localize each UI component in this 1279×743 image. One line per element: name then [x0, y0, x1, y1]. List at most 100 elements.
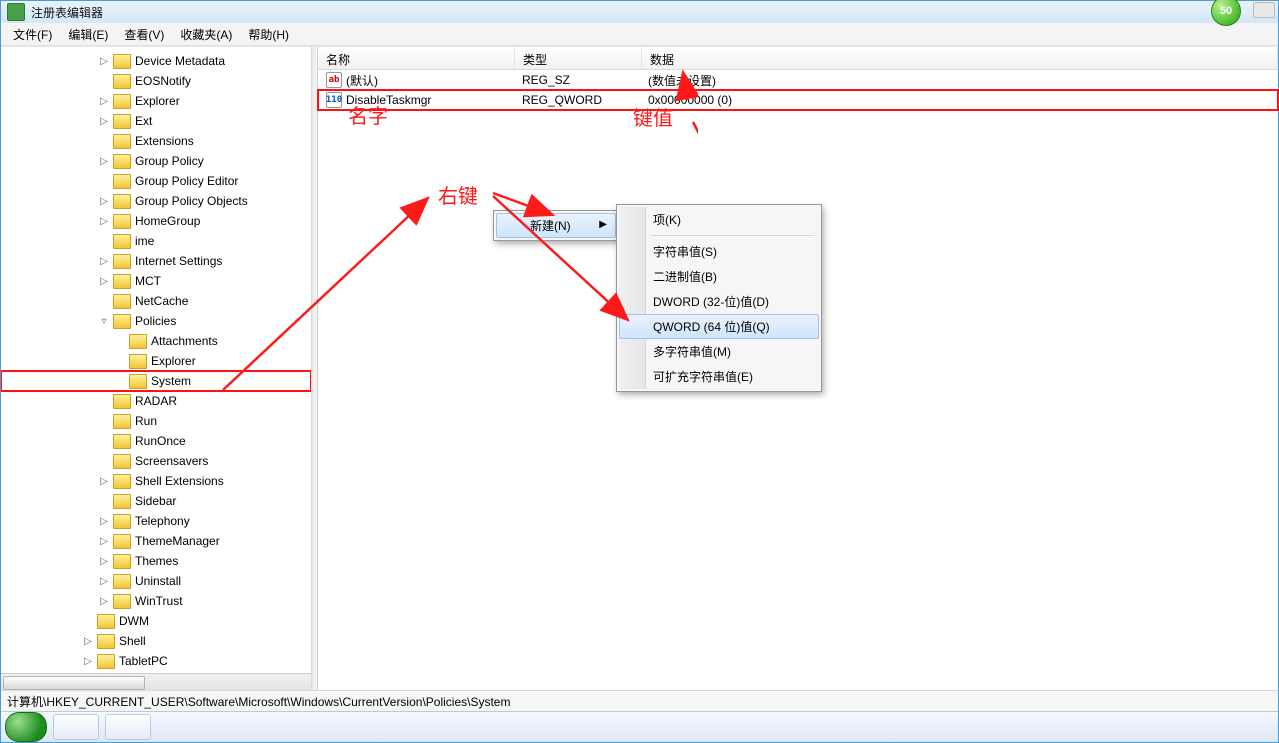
registry-tree[interactable]: ▷Device MetadataEOSNotify▷Explorer▷ExtEx…	[1, 47, 311, 690]
menu-edit[interactable]: 编辑(E)	[60, 23, 116, 46]
folder-icon	[113, 74, 131, 89]
scrollbar-thumb[interactable]	[3, 676, 145, 690]
col-name[interactable]: 名称	[318, 47, 515, 69]
folder-icon	[113, 194, 131, 209]
value-row[interactable]: ab(默认)REG_SZ(数值未设置)	[318, 70, 1278, 90]
submenu-item[interactable]: 可扩充字符串值(E)	[619, 364, 819, 389]
tree-node[interactable]: ▷ Themes	[1, 551, 311, 571]
tree-node[interactable]: ▷Group Policy	[1, 151, 311, 171]
expand-icon[interactable]: ▷	[97, 556, 111, 567]
tree-node[interactable]: NetCache	[1, 291, 311, 311]
tree-node[interactable]: ▷Explorer	[1, 91, 311, 111]
tree-node[interactable]: ▷ Internet Settings	[1, 251, 311, 271]
new-submenu[interactable]: 项(K) 字符串值(S)二进制值(B)DWORD (32-位)值(D)QWORD …	[616, 204, 822, 392]
tree-node[interactable]: ▷ThemeManager	[1, 531, 311, 551]
submenu-item-label: 项(K)	[653, 213, 681, 227]
expand-icon[interactable]: ▷	[97, 96, 111, 107]
tree-node[interactable]: ▷TabletPC	[1, 651, 311, 671]
menu-fav[interactable]: 收藏夹(A)	[172, 23, 240, 46]
tree-pane[interactable]: ▷Device MetadataEOSNotify▷Explorer▷ExtEx…	[1, 47, 312, 690]
tree-node[interactable]: Run	[1, 411, 311, 431]
folder-icon	[113, 394, 131, 409]
expand-icon[interactable]: ▷	[97, 116, 111, 127]
tree-node-label: MCT	[135, 274, 161, 288]
tree-node[interactable]: ▷WinTrust	[1, 591, 311, 611]
expand-icon[interactable]: ▷	[97, 516, 111, 527]
tree-node[interactable]: RunOnce	[1, 431, 311, 451]
col-type[interactable]: 类型	[515, 47, 642, 69]
expand-icon[interactable]: ▷	[81, 656, 95, 667]
context-menu-new[interactable]: 新建(N) ▶	[496, 213, 616, 238]
tree-node[interactable]: RADAR	[1, 391, 311, 411]
value-row[interactable]: 110DisableTaskmgrREG_QWORD0x00000000 (0)	[318, 90, 1278, 110]
expand-icon[interactable]: ▷	[97, 596, 111, 607]
folder-icon	[113, 134, 131, 149]
string-value-icon: ab	[326, 72, 342, 88]
folder-icon	[113, 494, 131, 509]
expand-icon[interactable]: ▷	[97, 276, 111, 287]
menu-view[interactable]: 查看(V)	[116, 23, 172, 46]
tree-node[interactable]: ▷Telephony	[1, 511, 311, 531]
expand-icon[interactable]: ▿	[97, 316, 111, 327]
expand-icon[interactable]: ▷	[97, 536, 111, 547]
tree-node[interactable]: ▷HomeGroup	[1, 211, 311, 231]
tree-node[interactable]: ime	[1, 231, 311, 251]
tree-node[interactable]: ▷Shell Extensions	[1, 471, 311, 491]
window-controls[interactable]	[1253, 2, 1275, 18]
submenu-item[interactable]: 二进制值(B)	[619, 264, 819, 289]
tree-node[interactable]: Explorer	[1, 351, 311, 371]
expand-icon[interactable]: ▷	[97, 476, 111, 487]
expand-icon[interactable]: ▷	[81, 636, 95, 647]
tree-node-label: Themes	[135, 554, 178, 568]
submenu-item[interactable]: 项(K)	[619, 207, 819, 232]
tree-node[interactable]: DWM	[1, 611, 311, 631]
expand-icon[interactable]: ▷	[97, 156, 111, 167]
tree-node[interactable]: ▿Policies	[1, 311, 311, 331]
value-data: (数值未设置)	[640, 72, 1278, 89]
tree-node[interactable]: Extensions	[1, 131, 311, 151]
submenu-item[interactable]: QWORD (64 位)值(Q)	[619, 314, 819, 339]
expand-icon[interactable]: ▷	[97, 576, 111, 587]
tree-node[interactable]: ▷Group Policy Objects	[1, 191, 311, 211]
folder-icon	[113, 434, 131, 449]
titlebar[interactable]: 注册表编辑器 50	[1, 1, 1278, 23]
taskbar[interactable]	[1, 711, 1278, 742]
binary-value-icon: 110	[326, 92, 342, 108]
menu-help[interactable]: 帮助(H)	[240, 23, 297, 46]
tree-node[interactable]: Screensavers	[1, 451, 311, 471]
submenu-item-label: 多字符串值(M)	[653, 345, 731, 359]
tree-node[interactable]: ▷Uninstall	[1, 571, 311, 591]
tree-node[interactable]: ▷Device Metadata	[1, 51, 311, 71]
tree-node[interactable]: ▷Shell	[1, 631, 311, 651]
context-menu[interactable]: 新建(N) ▶	[493, 210, 619, 241]
tree-node[interactable]: Group Policy Editor	[1, 171, 311, 191]
tree-node[interactable]: Sidebar	[1, 491, 311, 511]
submenu-item[interactable]: 字符串值(S)	[619, 239, 819, 264]
submenu-item[interactable]: 多字符串值(M)	[619, 339, 819, 364]
menu-file[interactable]: 文件(F)	[5, 23, 60, 46]
tree-node[interactable]: EOSNotify	[1, 71, 311, 91]
expand-icon[interactable]: ▷	[97, 216, 111, 227]
tree-node[interactable]: ▷ MCT	[1, 271, 311, 291]
taskbar-btn-1[interactable]	[53, 714, 99, 740]
tree-node[interactable]: System	[1, 371, 311, 391]
tree-node-label: Internet Settings	[135, 254, 222, 268]
tree-node[interactable]: Attachments	[1, 331, 311, 351]
col-data[interactable]: 数据	[642, 47, 1278, 69]
tree-node[interactable]: ▷Ext	[1, 111, 311, 131]
submenu-item[interactable]: DWORD (32-位)值(D)	[619, 289, 819, 314]
folder-icon	[113, 154, 131, 169]
expand-icon[interactable]: ▷	[97, 256, 111, 267]
value-rows[interactable]: ab(默认)REG_SZ(数值未设置)110DisableTaskmgrREG_…	[318, 70, 1278, 690]
folder-icon	[113, 454, 131, 469]
start-orb-icon[interactable]	[5, 712, 47, 742]
tree-node-label: Screensavers	[135, 454, 208, 468]
taskbar-btn-2[interactable]	[105, 714, 151, 740]
tree-h-scrollbar[interactable]	[1, 673, 311, 690]
expand-icon[interactable]: ▷	[97, 56, 111, 67]
folder-icon	[113, 114, 131, 129]
folder-icon	[113, 214, 131, 229]
folder-icon	[113, 54, 131, 69]
expand-icon[interactable]: ▷	[97, 196, 111, 207]
tree-node-label: Run	[135, 414, 157, 428]
